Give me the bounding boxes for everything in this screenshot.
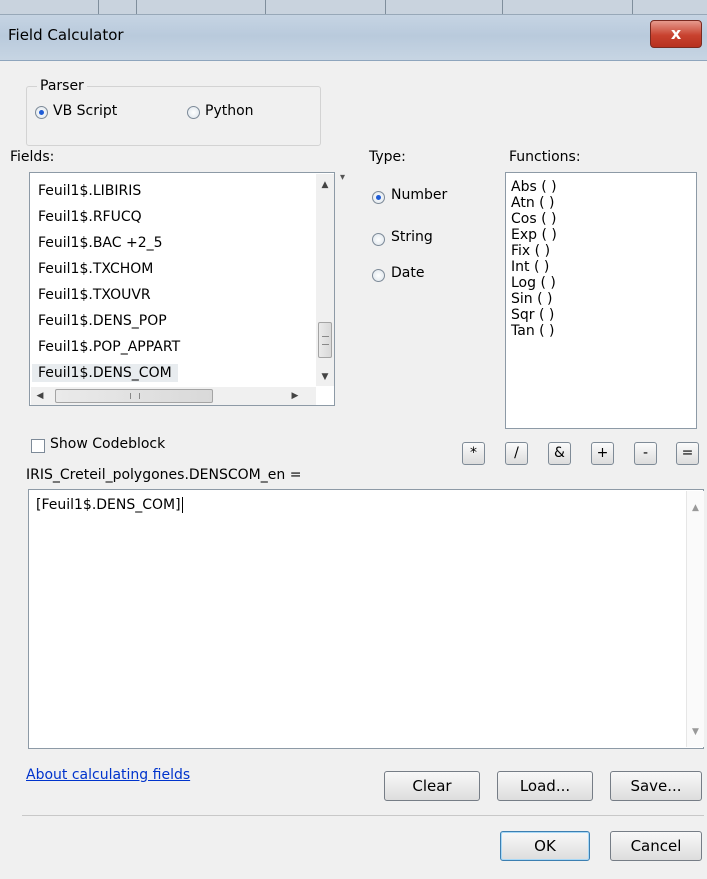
arrow-right-icon[interactable]: ▶	[289, 391, 301, 401]
expression-scrollbar[interactable]: ▲ ▼	[686, 491, 704, 747]
radio-vbscript[interactable]	[35, 106, 48, 119]
expression-target-label: IRIS_Creteil_polygones.DENSCOM_en =	[26, 467, 302, 483]
arrow-up-icon[interactable]: ▲	[316, 180, 334, 190]
about-calculating-fields-link[interactable]: About calculating fields	[26, 767, 190, 783]
operator-equals-button[interactable]: =	[676, 442, 699, 465]
arrow-down-icon[interactable]: ▼	[316, 372, 334, 382]
fields-vertical-scrollbar[interactable]: ▲ ▼	[316, 174, 334, 386]
radio-date-label[interactable]: Date	[391, 265, 424, 281]
show-codeblock-checkbox[interactable]	[31, 439, 45, 453]
radio-python-label[interactable]: Python	[205, 103, 254, 119]
background-table-strip	[0, 0, 707, 15]
list-item[interactable]: Sin ( )	[511, 291, 552, 307]
list-item[interactable]: Feuil1$.TXCHOM	[38, 261, 153, 277]
save-button[interactable]: Save...	[610, 771, 702, 801]
strip-divider	[385, 0, 386, 14]
ok-button[interactable]: OK	[500, 831, 590, 861]
arrow-up-icon[interactable]: ▲	[687, 503, 704, 513]
scroll-grip-icon	[130, 393, 140, 399]
divider	[22, 815, 704, 816]
sort-menu-icon[interactable]: ▾	[340, 172, 345, 183]
strip-divider	[98, 0, 99, 14]
operator-multiply-button[interactable]: *	[462, 442, 485, 465]
list-item[interactable]: Int ( )	[511, 259, 549, 275]
list-item[interactable]: Exp ( )	[511, 227, 557, 243]
list-item[interactable]: Log ( )	[511, 275, 556, 291]
list-item[interactable]: Cos ( )	[511, 211, 556, 227]
operator-plus-button[interactable]: +	[591, 442, 614, 465]
text-cursor	[181, 497, 183, 513]
list-item[interactable]: Feuil1$.TXOUVR	[38, 287, 151, 303]
scroll-thumb[interactable]	[55, 389, 213, 403]
list-item[interactable]: Fix ( )	[511, 243, 550, 259]
fields-list[interactable]: Feuil1$.LIBIRIS Feuil1$.RFUCQ Feuil1$.BA…	[29, 172, 335, 406]
radio-number[interactable]	[372, 191, 385, 204]
fields-label: Fields:	[10, 149, 55, 165]
strip-divider	[502, 0, 503, 14]
type-label: Type:	[369, 149, 406, 165]
operator-minus-button[interactable]: -	[634, 442, 657, 465]
list-item[interactable]: Feuil1$.RFUCQ	[38, 209, 142, 225]
list-item[interactable]: Abs ( )	[511, 179, 557, 195]
list-item[interactable]: Sqr ( )	[511, 307, 554, 323]
parser-legend: Parser	[37, 78, 87, 94]
radio-python[interactable]	[187, 106, 200, 119]
load-button[interactable]: Load...	[497, 771, 593, 801]
list-item[interactable]: Feuil1$.LIBIRIS	[38, 183, 141, 199]
list-item[interactable]: Atn ( )	[511, 195, 555, 211]
scroll-grip-icon	[322, 336, 329, 345]
list-item[interactable]: Feuil1$.POP_APPART	[38, 339, 180, 355]
operator-divide-button[interactable]: /	[505, 442, 528, 465]
expression-text: [Feuil1$.DENS_COM]	[36, 497, 183, 513]
radio-vbscript-label[interactable]: VB Script	[53, 103, 117, 119]
list-item[interactable]: Feuil1$.DENS_POP	[38, 313, 167, 329]
radio-date[interactable]	[372, 269, 385, 282]
strip-divider	[136, 0, 137, 14]
strip-divider	[265, 0, 266, 14]
close-button[interactable]: x	[650, 20, 702, 48]
functions-label: Functions:	[509, 149, 581, 165]
expression-textarea[interactable]: [Feuil1$.DENS_COM] ▲ ▼	[28, 489, 704, 749]
arrow-down-icon[interactable]: ▼	[687, 727, 704, 737]
list-item[interactable]: Tan ( )	[511, 323, 555, 339]
functions-list[interactable]: Abs ( ) Atn ( ) Cos ( ) Exp ( ) Fix ( ) …	[505, 172, 697, 429]
show-codeblock-label[interactable]: Show Codeblock	[50, 436, 165, 452]
window-title: Field Calculator	[8, 26, 124, 44]
operator-ampersand-button[interactable]: &	[548, 442, 571, 465]
arrow-left-icon[interactable]: ◀	[34, 391, 46, 401]
list-item[interactable]: Feuil1$.BAC +2_5	[38, 235, 163, 251]
scroll-thumb[interactable]	[318, 322, 332, 358]
clear-button[interactable]: Clear	[384, 771, 480, 801]
fields-horizontal-scrollbar[interactable]: ◀ ▶	[31, 387, 316, 405]
list-item-selected[interactable]: Feuil1$.DENS_COM	[32, 364, 178, 382]
radio-string[interactable]	[372, 233, 385, 246]
strip-divider	[632, 0, 633, 14]
radio-number-label[interactable]: Number	[391, 187, 447, 203]
radio-string-label[interactable]: String	[391, 229, 433, 245]
close-icon: x	[670, 24, 682, 43]
cancel-button[interactable]: Cancel	[610, 831, 702, 861]
